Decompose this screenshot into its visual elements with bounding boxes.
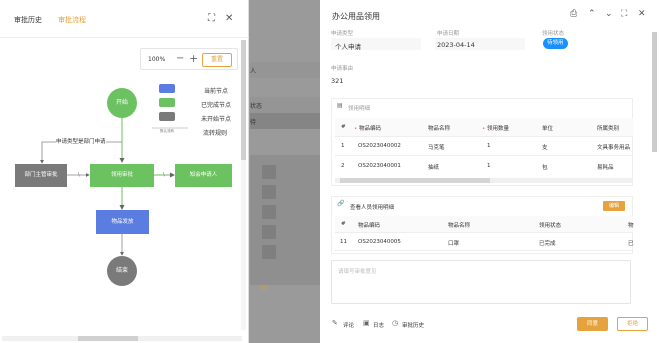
detail-section-title: 领用明细: [348, 106, 371, 112]
background-fragment: 20: [260, 285, 268, 292]
background-row: [250, 155, 320, 285]
background-block: [262, 245, 276, 259]
table-header-cell: 单位: [542, 126, 554, 132]
table-cell: 11: [340, 239, 347, 245]
background-row: [250, 62, 320, 78]
table-cell: 1: [487, 143, 491, 149]
log-icon[interactable]: ▣: [363, 319, 370, 327]
apply-date-value: 2023-04-14: [437, 41, 475, 49]
table-cell: 1: [341, 143, 345, 149]
background-fragment: 状态: [250, 103, 263, 110]
people-section-title: 查看人员领用明细: [350, 205, 395, 211]
row-divider: [335, 155, 633, 156]
history-icon[interactable]: ◷: [392, 319, 398, 327]
chevron-down-icon[interactable]: ⌄: [605, 9, 613, 19]
table-header-cell: 物: [628, 223, 634, 229]
detail-table-card: [331, 98, 633, 186]
table-header-cell: • 领用数量: [482, 126, 510, 132]
flow-node-start[interactable]: 开始: [107, 88, 137, 118]
background-block: [262, 225, 276, 239]
table-cell: 2: [341, 163, 345, 169]
row-divider: [335, 136, 633, 137]
reason-label: 申请事由: [331, 66, 354, 72]
flow-condition-label: 申请类型是部门申请: [56, 137, 106, 145]
table-cell: OS2023040001: [358, 163, 401, 169]
table-header-cell: #: [341, 221, 346, 227]
table-cell: 已: [628, 241, 634, 247]
table-header-cell: 物品名称: [428, 126, 451, 132]
status-badge: 待领用: [543, 38, 568, 49]
footer-comment-link[interactable]: 评论: [343, 321, 354, 329]
row-divider: [335, 250, 633, 251]
table-cell: 包: [542, 165, 548, 171]
background-fragment: 人: [250, 68, 257, 75]
background-page: 人 状态 待 20: [250, 0, 320, 343]
flow-node-collect-approval[interactable]: 领用审批: [90, 164, 154, 187]
reject-button[interactable]: 拒绝: [617, 317, 648, 331]
table-cell: OS2023040002: [358, 143, 401, 149]
footer-history-link[interactable]: 审批历史: [402, 321, 424, 329]
background-row: [250, 113, 320, 129]
edit-button[interactable]: 编辑: [603, 201, 625, 211]
table-icon: ▤: [337, 102, 343, 109]
drawer-scrollbar[interactable]: [652, 32, 657, 152]
background-block: [262, 165, 276, 179]
flow-node-dept-approval[interactable]: 部门主管审批: [15, 164, 67, 187]
drawer-title: 办公用品领用: [332, 12, 380, 21]
status-label: 领用状态: [542, 31, 565, 37]
vertical-scrollbar[interactable]: [241, 40, 246, 160]
chevron-up-icon[interactable]: ⌃: [588, 9, 596, 19]
print-icon[interactable]: ⎙: [570, 9, 577, 19]
row-divider: [335, 232, 633, 233]
table-header-cell: 所属类别: [597, 126, 620, 132]
table-header-cell: 领用状态: [539, 223, 562, 229]
background-fragment: 待: [250, 119, 257, 126]
table-cell: 抽纸: [428, 165, 440, 171]
flow-node-distribute[interactable]: 物品发放: [96, 210, 149, 234]
reason-value: 321: [331, 77, 344, 85]
fullscreen-icon[interactable]: ⛶: [621, 9, 627, 19]
footer-log-link[interactable]: 日志: [373, 321, 384, 329]
approve-button[interactable]: 同意: [577, 317, 608, 331]
table-header-cell: 物品编码: [358, 223, 381, 229]
table-header-cell: • 物品编码: [354, 126, 382, 132]
table-cell: 已完成: [539, 241, 556, 247]
apply-type-label: 申请类型: [331, 31, 354, 37]
detail-drawer: 办公用品领用 ⎙ ⌃ ⌄ ⛶ ✕ 申请类型 个人申请 申请日期 2023-04-…: [320, 0, 660, 343]
background-block: [262, 185, 276, 199]
table-cell: 文具事务用品: [597, 145, 631, 151]
comment-textarea[interactable]: 请填写审批意见: [331, 260, 631, 304]
background-block: [262, 205, 276, 219]
approval-flow-panel: 审批历史 审批流程 ⛶ ✕ 100% − + 重置 当前节点 已完成节点 未开始…: [0, 0, 249, 343]
link-icon: 🔗: [337, 200, 345, 207]
close-icon[interactable]: ✕: [638, 9, 646, 19]
table-cell: 支: [542, 145, 548, 151]
flow-slash-mark: \: [163, 172, 165, 178]
flow-node-notify[interactable]: 知会申请人: [175, 164, 232, 187]
horizontal-scrollbar[interactable]: [78, 336, 138, 341]
comment-placeholder: 请填写审批意见: [338, 269, 377, 275]
table-cell: 易耗品: [597, 165, 614, 171]
comment-icon[interactable]: ✎: [332, 319, 338, 327]
flow-node-end[interactable]: 结束: [107, 256, 137, 286]
table-header-cell: #: [341, 124, 346, 130]
table-header-cell: 物品名称: [448, 223, 471, 229]
table-horizontal-scrollbar[interactable]: [340, 178, 490, 183]
app-root: 人 状态 待 20 审批历史 审批流程 ⛶ ✕ 100% − + 重置 当前节点…: [0, 0, 660, 343]
apply-type-value: 个人申请: [335, 43, 361, 51]
table-cell: 马克笔: [428, 145, 445, 151]
flow-slash-mark: \: [78, 172, 80, 178]
table-cell: 口罩: [448, 241, 460, 247]
table-cell: OS2023040005: [358, 239, 401, 245]
apply-date-label: 申请日期: [437, 31, 460, 37]
table-cell: 1: [487, 163, 491, 169]
